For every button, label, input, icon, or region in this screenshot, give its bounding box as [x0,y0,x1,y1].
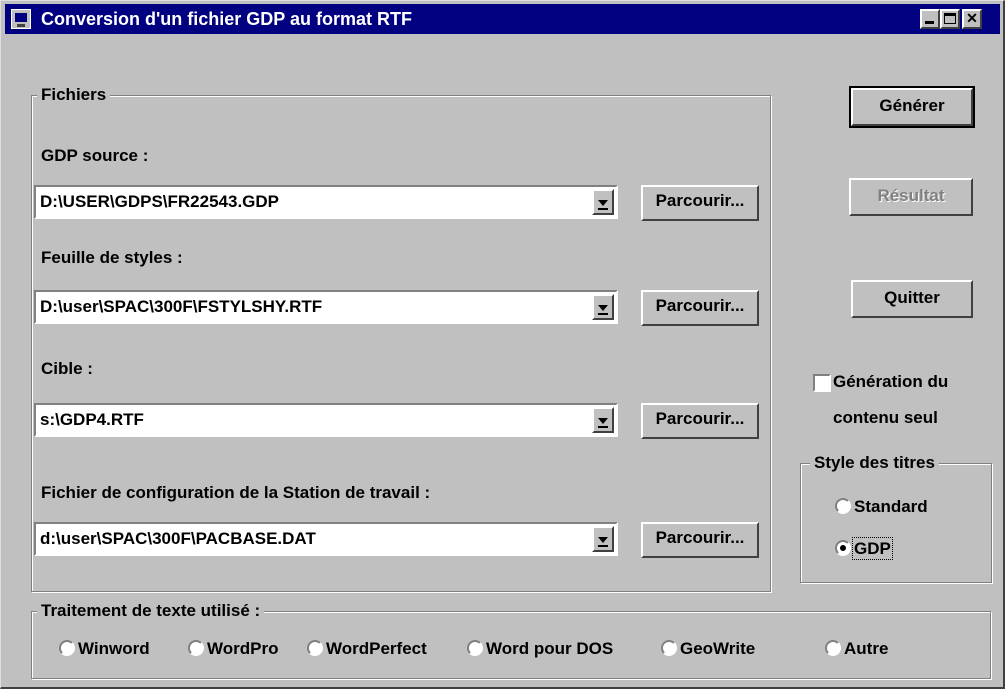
window-title: Conversion d'un fichier GDP au format RT… [41,9,412,29]
generation-contenu-label-line2: contenu seul [833,408,938,427]
cible-dropdown-button[interactable] [592,407,614,433]
traitement-geowrite-radio[interactable]: GeoWrite [661,638,755,660]
traitement-legend: Traitement de texte utilisé : [37,601,265,621]
feuille-styles-value: D:\user\SPAC\300F\FSTYLSHY.RTF [40,297,323,316]
radio-unselected-icon [835,498,851,514]
dropdown-arrow-icon [598,418,608,424]
close-button[interactable]: ✕ [962,9,982,29]
feuille-styles-label: Feuille de styles : [41,248,183,267]
radio-selected-icon [835,540,851,556]
radio-unselected-icon [307,640,323,656]
traitement-wordpourdos-radio[interactable]: Word pour DOS [467,638,613,660]
fichiers-legend: Fichiers [37,85,111,105]
dropdown-arrow-icon [598,537,608,543]
app-window-icon[interactable] [11,9,31,29]
maximize-button[interactable] [940,9,960,29]
radio-unselected-icon [825,640,841,656]
title-bar[interactable]: Conversion d'un fichier GDP au format RT… [5,4,1000,34]
config-browse-button[interactable]: Parcourir... [641,522,759,558]
gdp-source-dropdown-button[interactable] [592,189,614,215]
gdp-source-combobox[interactable]: D:\USER\GDPS\FR22543.GDP [34,185,618,219]
style-standard-radio[interactable]: Standard [835,496,928,518]
radio-unselected-icon [467,640,483,656]
gdp-source-browse-button[interactable]: Parcourir... [641,185,759,221]
gdp-source-value: D:\USER\GDPS\FR22543.GDP [40,192,280,211]
dropdown-arrow-icon [598,200,608,206]
maximize-icon [944,13,956,24]
minimize-button[interactable] [920,9,940,29]
resultat-button[interactable]: Résultat [849,178,973,216]
config-label: Fichier de configuration de la Station d… [41,483,431,502]
generer-button[interactable]: Générer [849,86,975,128]
traitement-winword-radio[interactable]: Winword [59,638,150,660]
quitter-button[interactable]: Quitter [851,280,973,318]
traitement-wordperfect-radio[interactable]: WordPerfect [307,638,427,660]
feuille-styles-browse-button[interactable]: Parcourir... [641,290,759,326]
fichiers-groupbox [31,95,771,592]
feuille-styles-combobox[interactable]: D:\user\SPAC\300F\FSTYLSHY.RTF [34,290,618,324]
radio-unselected-icon [59,640,75,656]
cible-value: s:\GDP4.RTF [40,410,144,429]
dropdown-arrow-icon [598,305,608,311]
traitement-autre-radio[interactable]: Autre [825,638,888,660]
cible-label: Cible : [41,359,93,378]
style-titres-legend: Style des titres [810,453,939,473]
cible-browse-button[interactable]: Parcourir... [641,403,759,439]
dialog-window: Conversion d'un fichier GDP au format RT… [0,0,1005,689]
style-titres-groupbox [800,463,992,583]
radio-unselected-icon [188,640,204,656]
style-gdp-radio[interactable]: GDP [835,537,893,560]
cible-combobox[interactable]: s:\GDP4.RTF [34,403,618,437]
gdp-source-label: GDP source : [41,146,149,165]
radio-unselected-icon [661,640,677,656]
config-value: d:\user\SPAC\300F\PACBASE.DAT [40,529,316,548]
config-dropdown-button[interactable] [592,526,614,552]
traitement-wordpro-radio[interactable]: WordPro [188,638,278,660]
close-icon: ✕ [966,10,978,26]
minimize-icon [925,21,934,24]
feuille-styles-dropdown-button[interactable] [592,294,614,320]
generation-contenu-label-line1: Génération du [833,372,949,391]
config-combobox[interactable]: d:\user\SPAC\300F\PACBASE.DAT [34,522,618,556]
generation-contenu-checkbox[interactable] [813,374,831,392]
